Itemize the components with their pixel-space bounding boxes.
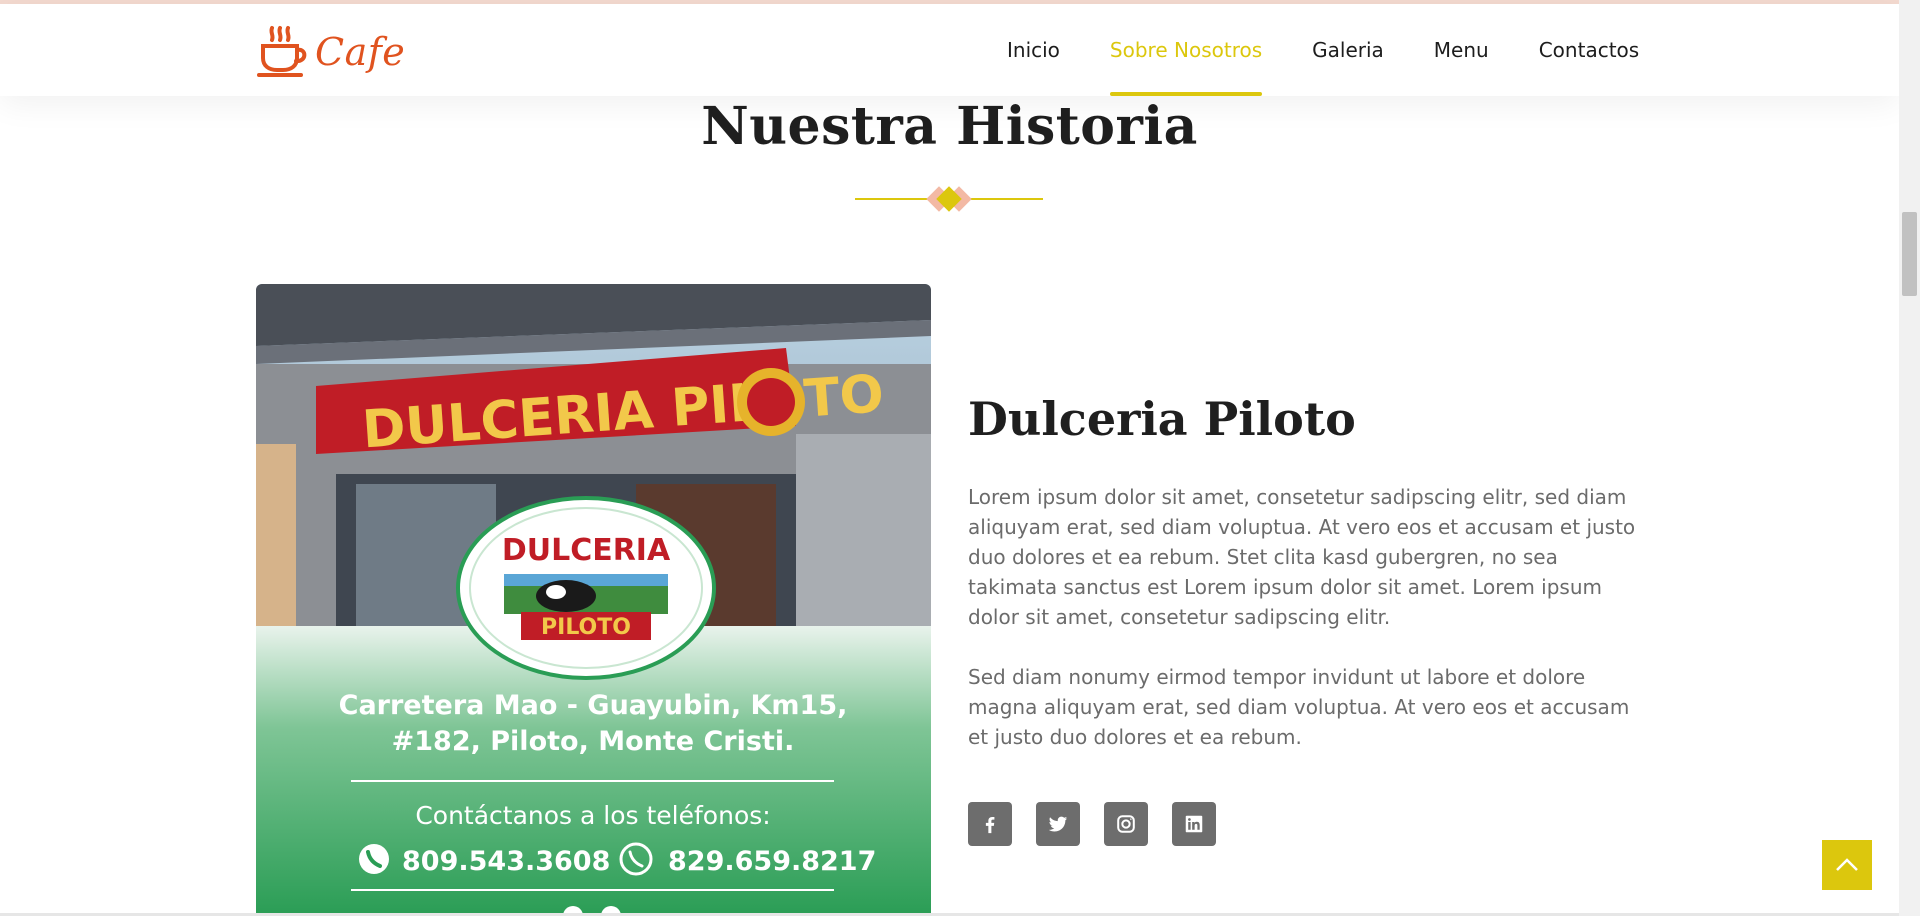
store-photo-illustration: DULCERIA PILOTO DULCERIA PILOTO Carreter…	[256, 284, 931, 916]
brand-name: Cafe	[315, 30, 406, 74]
facebook-icon	[985, 816, 995, 834]
nav-item-sobre-nosotros[interactable]: Sobre Nosotros	[1109, 4, 1263, 96]
twitter-button[interactable]	[1036, 802, 1080, 846]
chevron-up-icon	[1836, 858, 1858, 871]
contact-label: Contáctanos a los teléfonos:	[415, 801, 770, 830]
scrollbar-thumb[interactable]	[1902, 212, 1917, 296]
badge-bottom-text: PILOTO	[541, 615, 631, 640]
nav-item-menu[interactable]: Menu	[1434, 4, 1489, 96]
story-paragraph-2: Sed diam nonumy eirmod tempor invidunt u…	[968, 665, 1630, 749]
nav-item-contactos[interactable]: Contactos	[1539, 4, 1639, 96]
logo[interactable]: Cafe	[255, 24, 405, 80]
main-nav: Inicio Sobre Nosotros Galeria Menu Conta…	[1000, 4, 1639, 96]
linkedin-icon	[1185, 815, 1203, 833]
navbar: Cafe Inicio Sobre Nosotros Galeria Menu …	[0, 4, 1899, 96]
back-to-top-button[interactable]	[1822, 840, 1872, 890]
store-photo: DULCERIA PILOTO DULCERIA PILOTO Carreter…	[256, 284, 931, 916]
page-scrollbar[interactable]	[1899, 0, 1920, 916]
instagram-icon	[1117, 815, 1135, 833]
social-links	[968, 802, 1216, 846]
facebook-button[interactable]	[968, 802, 1012, 846]
title-divider	[855, 184, 1043, 214]
badge-top-text: DULCERIA	[502, 533, 671, 568]
linkedin-button[interactable]	[1172, 802, 1216, 846]
coffee-cup-icon	[257, 26, 307, 77]
nav-item-inicio[interactable]: Inicio	[1007, 4, 1060, 96]
phone-2: 829.659.8217	[668, 846, 876, 877]
nav-item-galeria[interactable]: Galeria	[1312, 4, 1384, 96]
twitter-icon	[1048, 816, 1068, 832]
story-title: Dulceria Piloto	[968, 392, 1356, 446]
story-paragraph-1: Lorem ipsum dolor sit amet, consetetur s…	[968, 485, 1636, 629]
phone-1: 809.543.3608	[402, 846, 610, 877]
address-line1: Carretera Mao - Guayubin, Km15,	[339, 690, 848, 721]
address-line2: #182, Piloto, Monte Cristi.	[392, 726, 795, 757]
instagram-button[interactable]	[1104, 802, 1148, 846]
section-title: Nuestra Historia	[701, 96, 1198, 157]
